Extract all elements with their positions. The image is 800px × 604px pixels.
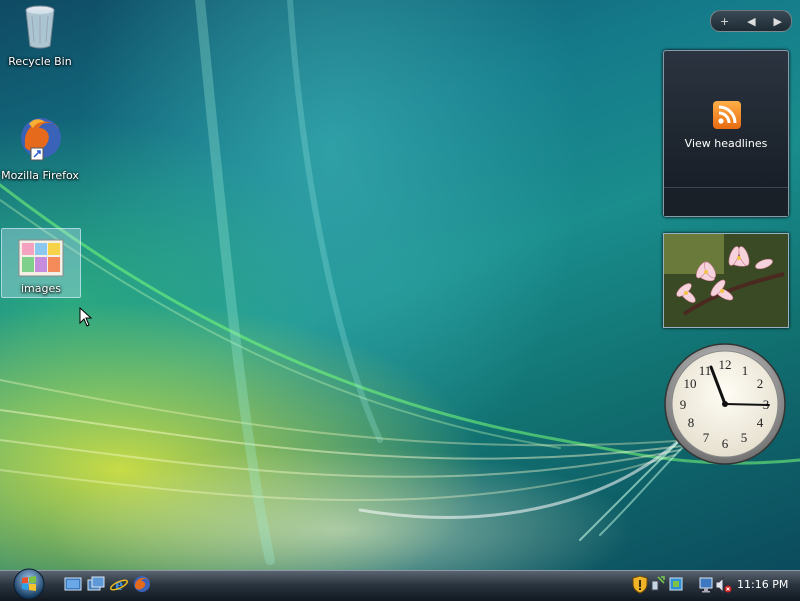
quick-launch-internet-explorer[interactable]: e	[110, 575, 128, 594]
view-headlines-link[interactable]: View headlines	[664, 137, 788, 150]
clock-numeral: 10	[684, 376, 697, 391]
quick-launch-show-desktop[interactable]	[64, 575, 82, 593]
clock-numeral: 4	[757, 415, 764, 430]
firefox-icon	[134, 576, 150, 592]
rss-icon	[713, 101, 741, 129]
switch-windows-icon	[87, 576, 105, 591]
desktop-icon-label: Recycle Bin	[8, 55, 72, 68]
firefox-icon	[21, 118, 61, 161]
mouse-cursor-icon	[79, 307, 93, 327]
windows-update-icon[interactable]	[669, 577, 683, 591]
clock-numeral: 2	[757, 376, 764, 391]
recycle-bin-icon	[25, 5, 55, 49]
clock-numeral: 11	[699, 363, 712, 378]
quick-launch-switch-windows[interactable]	[87, 575, 105, 593]
clock-numeral: 1	[742, 363, 749, 378]
start-button[interactable]	[8, 566, 50, 600]
windows-orb-icon	[13, 568, 45, 600]
internet-explorer-icon: e	[110, 575, 128, 594]
taskbar-clock[interactable]: 11:16 PM	[737, 578, 788, 591]
desktop[interactable]: Recycle Bin Mozilla Firefox images + ◀ ▶	[0, 0, 800, 570]
clock-numeral: 12	[719, 357, 732, 372]
add-gadget-button[interactable]: +	[720, 15, 729, 28]
previous-gadget-page-button[interactable]: ◀	[747, 15, 755, 28]
clock-numeral: 5	[741, 430, 748, 445]
network-icon[interactable]	[651, 576, 665, 591]
volume-muted-icon[interactable]	[715, 576, 732, 594]
quick-launch-firefox[interactable]	[133, 575, 151, 593]
clock-gadget[interactable]: 12 1 2 3 4 5 6 7 8 9 10 11	[663, 342, 787, 466]
show-desktop-icon	[64, 577, 82, 591]
desktop-icon-recycle-bin[interactable]: Recycle Bin	[0, 2, 80, 68]
network-connection-icon[interactable]	[699, 577, 713, 593]
clock-numeral: 8	[688, 415, 695, 430]
slideshow-gadget[interactable]	[663, 233, 789, 328]
feed-gadget-footer	[664, 187, 788, 216]
flower-photo	[664, 234, 788, 327]
desktop-icon-images[interactable]: images	[1, 228, 81, 298]
folder-icon	[18, 239, 64, 277]
clock-numeral: 7	[703, 430, 710, 445]
svg-text:e: e	[115, 575, 123, 593]
feed-headlines-gadget[interactable]: View headlines	[663, 50, 789, 217]
security-shield-icon[interactable]	[632, 575, 648, 594]
clock-numeral: 9	[680, 397, 687, 412]
clock-minute-hand	[724, 403, 770, 406]
desktop-icon-label: images	[21, 282, 61, 295]
next-gadget-page-button[interactable]: ▶	[774, 15, 782, 28]
desktop-icon-label: Mozilla Firefox	[1, 169, 79, 182]
clock-numeral: 6	[722, 436, 729, 451]
gadget-toolbar: + ◀ ▶	[710, 10, 792, 32]
analog-clock: 12 1 2 3 4 5 6 7 8 9 10 11	[664, 343, 786, 465]
desktop-icon-firefox[interactable]: Mozilla Firefox	[0, 114, 80, 182]
